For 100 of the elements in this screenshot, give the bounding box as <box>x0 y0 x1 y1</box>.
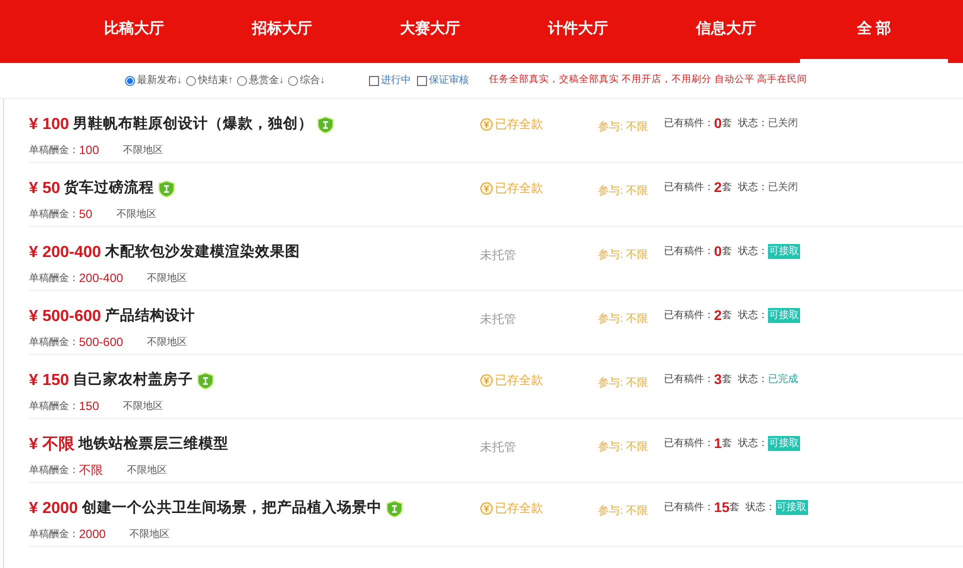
shield-icon <box>197 372 214 390</box>
task-title-link[interactable]: 自己家农村盖房子 <box>73 370 194 392</box>
region-text: 不限地区 <box>123 144 164 158</box>
reward-value: 200-400 <box>79 270 124 287</box>
participation-text: 参与: 不限 <box>598 313 648 325</box>
status-label: 状态： <box>738 116 768 130</box>
task-title-link[interactable]: 木配软包沙发建模渲染效果图 <box>105 242 300 264</box>
yen-coin-icon <box>480 118 493 130</box>
task-title-link[interactable]: 产品结构设计 <box>105 306 196 328</box>
submissions-label: 已有稿件： <box>664 372 714 386</box>
task-status-badge: 可接取 <box>776 500 808 514</box>
shield-icon <box>317 116 334 134</box>
region-text: 不限地区 <box>123 400 164 414</box>
reward-label: 单稿酬金： <box>29 400 79 414</box>
task-status: 已关闭 <box>768 116 798 130</box>
submission-count: 2 <box>714 178 722 196</box>
submission-count: 0 <box>714 114 722 132</box>
task-price: ¥ 50 <box>29 179 60 199</box>
submission-count: 0 <box>714 242 722 260</box>
sort-radio[interactable]: 综合↓ <box>288 73 325 88</box>
status-label: 状态： <box>746 500 776 514</box>
region-text: 不限地区 <box>147 336 188 350</box>
submission-count: 2 <box>714 306 722 324</box>
reward-value: 2000 <box>79 526 106 543</box>
reward-value: 不限 <box>79 462 103 479</box>
nav-tab[interactable]: 大赛大厅 <box>356 0 504 63</box>
nav-tab[interactable]: 比稿大厅 <box>60 0 208 63</box>
reward-label: 单稿酬金： <box>29 144 79 158</box>
task-status-badge: 可接取 <box>768 308 800 322</box>
shield-icon <box>386 500 403 518</box>
deposit-status: 未托管 <box>480 248 516 262</box>
task-status: 已完成 <box>768 372 798 386</box>
nav-tab[interactable]: 招标大厅 <box>208 0 356 63</box>
submissions-label: 已有稿件： <box>664 116 714 130</box>
task-price: ¥ 100 <box>29 115 70 135</box>
task-title-link[interactable]: 地铁站检票层三维模型 <box>78 434 228 456</box>
submission-count: 3 <box>714 370 722 388</box>
task-status: 已关闭 <box>768 180 798 194</box>
yen-coin-icon <box>480 374 493 386</box>
reward-value: 50 <box>79 206 92 223</box>
sort-radio[interactable]: 悬赏金↓ <box>237 73 284 88</box>
count-unit: 套 <box>722 116 732 130</box>
participation-text: 参与: 不限 <box>598 377 648 389</box>
status-label: 状态： <box>738 308 768 322</box>
participation-text: 参与: 不限 <box>598 505 648 517</box>
task-price: ¥ 150 <box>29 371 70 391</box>
deposit-status: 已存全款 <box>495 116 543 133</box>
region-text: 不限地区 <box>116 208 156 222</box>
reward-label: 单稿酬金： <box>29 464 79 478</box>
count-unit: 套 <box>722 436 732 450</box>
count-unit: 套 <box>722 308 732 322</box>
reward-value: 100 <box>79 142 100 159</box>
submissions-label: 已有稿件： <box>664 244 714 258</box>
notice-text: 任务全部真实，交稿全部真实 不用开店，不用刷分 自动公平 高手在民间 <box>489 73 807 88</box>
sort-radio[interactable]: 最新发布↓ <box>125 73 182 88</box>
status-label: 状态： <box>738 372 768 386</box>
submissions-label: 已有稿件： <box>664 180 714 194</box>
task-status-badge: 可接取 <box>768 436 800 450</box>
nav-tab[interactable]: 全 部 <box>800 0 948 63</box>
task-title-link[interactable]: 创建一个公共卫生间场景，把产品植入场景中 <box>82 498 382 520</box>
submissions-label: 已有稿件： <box>664 436 714 450</box>
nav-tab[interactable]: 计件大厅 <box>504 0 652 63</box>
submissions-label: 已有稿件： <box>664 500 714 514</box>
task-price: ¥ 200-400 <box>29 243 102 263</box>
yen-coin-icon <box>480 502 493 514</box>
region-text: 不限地区 <box>127 464 167 478</box>
count-unit: 套 <box>722 180 732 194</box>
deposit-status: 已存全款 <box>495 180 543 197</box>
task-price: ¥ 不限 <box>29 435 74 455</box>
filter-checkbox[interactable]: 保证审核 <box>417 73 469 88</box>
submissions-label: 已有稿件： <box>664 308 714 322</box>
submission-count: 15 <box>714 498 730 516</box>
filter-checkbox[interactable]: 进行中 <box>369 73 411 88</box>
count-unit: 套 <box>722 372 732 386</box>
deposit-status: 已存全款 <box>495 372 543 389</box>
participation-text: 参与: 不限 <box>598 441 648 453</box>
task-title-link[interactable]: 货车过磅流程 <box>64 178 154 200</box>
participation-text: 参与: 不限 <box>598 121 648 133</box>
reward-value: 500-600 <box>79 334 124 351</box>
status-label: 状态： <box>738 436 768 450</box>
task-title-link[interactable]: 男鞋帆布鞋原创设计（爆款，独创） <box>73 114 314 136</box>
participation-text: 参与: 不限 <box>598 249 648 261</box>
shield-icon <box>158 180 176 198</box>
deposit-status: 未托管 <box>480 440 516 454</box>
status-label: 状态： <box>738 180 768 194</box>
region-text: 不限地区 <box>147 272 188 286</box>
reward-value: 150 <box>79 398 100 415</box>
participation-text: 参与: 不限 <box>598 185 648 197</box>
submission-count: 1 <box>714 434 722 452</box>
status-label: 状态： <box>738 244 768 258</box>
sort-radio[interactable]: 快结束↑ <box>186 73 233 88</box>
task-status-badge: 可接取 <box>768 244 800 258</box>
reward-label: 单稿酬金： <box>29 272 79 286</box>
reward-label: 单稿酬金： <box>29 528 79 542</box>
nav-tab[interactable]: 信息大厅 <box>652 0 800 63</box>
count-unit: 套 <box>730 500 740 514</box>
count-unit: 套 <box>722 244 732 258</box>
deposit-status: 未托管 <box>480 312 516 326</box>
reward-label: 单稿酬金： <box>29 208 79 222</box>
region-text: 不限地区 <box>130 528 170 542</box>
